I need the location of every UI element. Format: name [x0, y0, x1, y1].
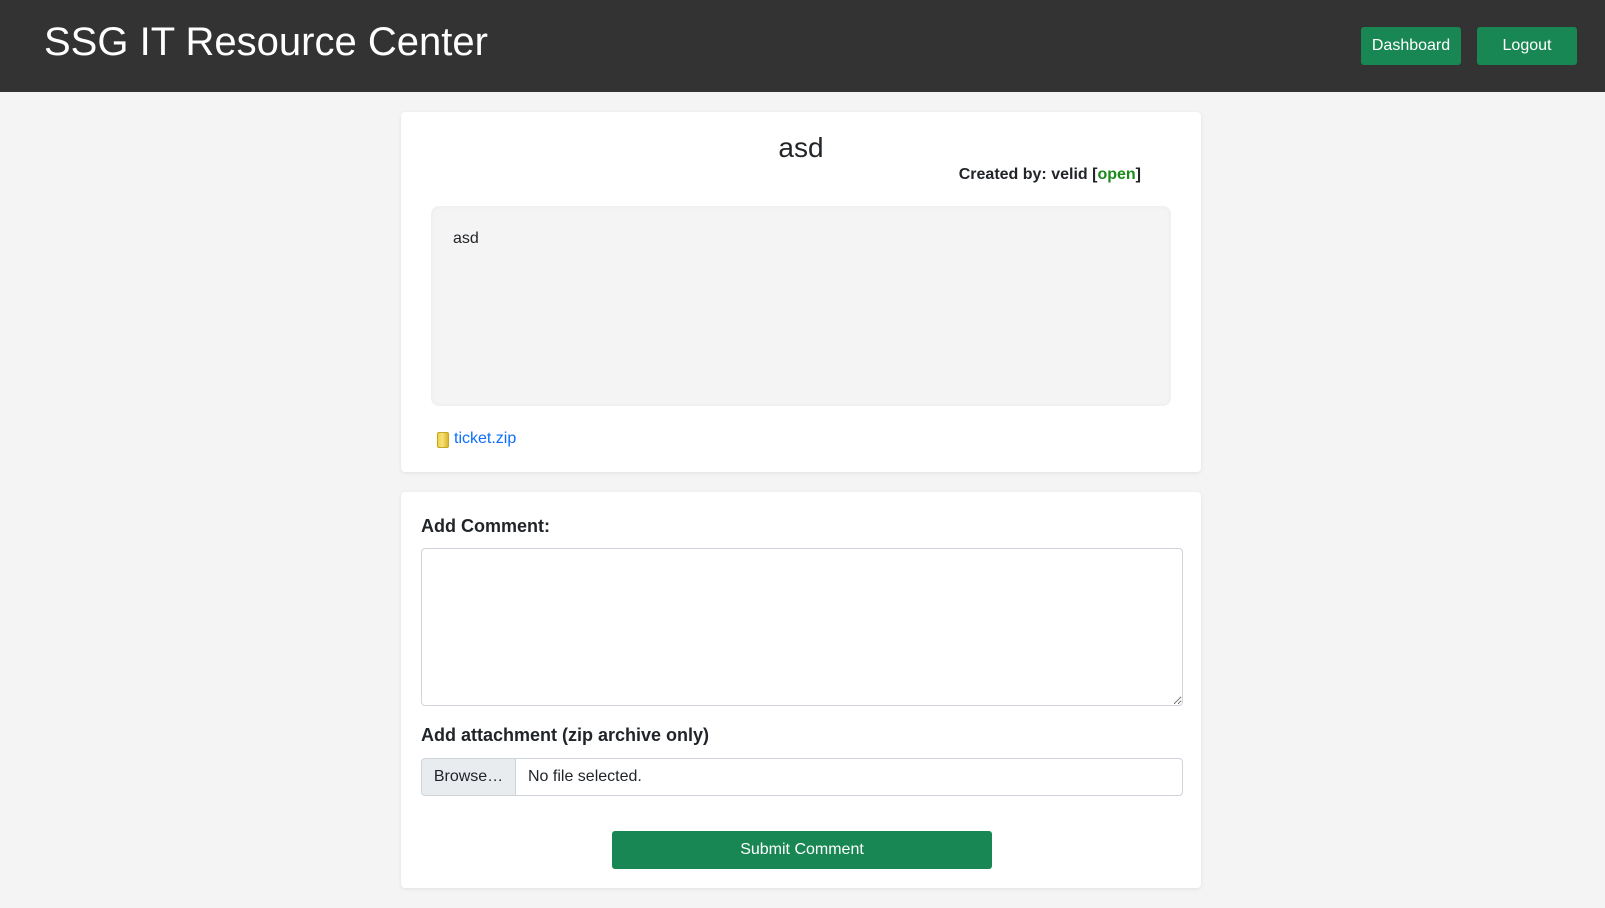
site-title: SSG IT Resource Center: [44, 20, 488, 64]
browse-button[interactable]: Browse…: [422, 759, 516, 795]
comment-label: Add Comment:: [421, 516, 550, 536]
attachment-link[interactable]: ticket.zip: [454, 430, 516, 448]
ticket-title: asd: [778, 132, 824, 163]
status-open-bracket: [: [1087, 166, 1098, 183]
dashboard-button[interactable]: Dashboard: [1361, 27, 1461, 65]
comment-form-card: Add Comment: Add attachment (zip archive…: [401, 492, 1201, 888]
zip-file-icon: [437, 432, 449, 448]
comment-textarea[interactable]: [421, 548, 1183, 706]
ticket-attachment: ticket.zip: [437, 430, 516, 448]
submit-comment-button[interactable]: Submit Comment: [612, 831, 992, 869]
status-badge: open: [1097, 166, 1136, 183]
file-input[interactable]: Browse… No file selected.: [421, 758, 1183, 796]
status-close-bracket: ]: [1135, 166, 1141, 183]
ticket-description: asd: [431, 206, 1171, 406]
ticket-author: velid: [1051, 166, 1088, 183]
file-status-text: No file selected.: [528, 768, 642, 785]
top-navbar: SSG IT Resource Center Dashboard Logout: [0, 0, 1605, 92]
ticket-meta: Created by: velid [open]: [959, 166, 1141, 184]
attachment-label: Add attachment (zip archive only): [421, 725, 710, 745]
logout-button[interactable]: Logout: [1477, 27, 1577, 65]
ticket-card: asd Created by: velid [open] asd ticket.…: [401, 112, 1201, 472]
created-by-label: Created by:: [958, 166, 1052, 183]
